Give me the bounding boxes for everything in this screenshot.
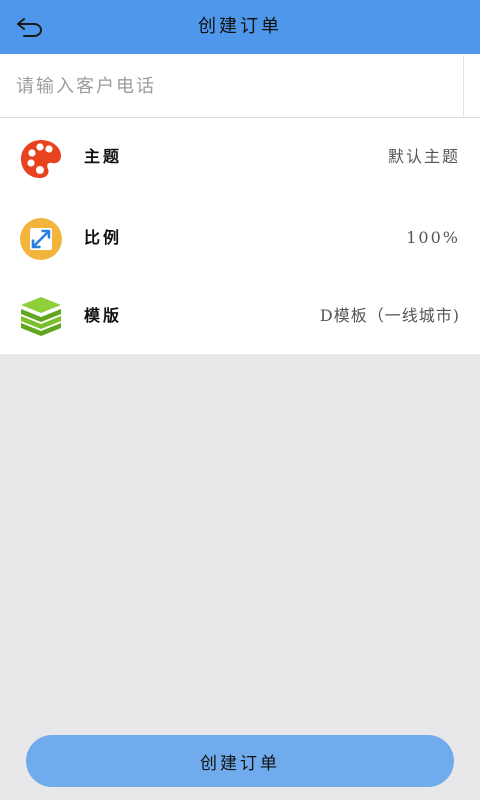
- settings-list: 主题 默认主题 比例 100% 模版 D模板（一线城市): [0, 118, 480, 354]
- setting-row-theme[interactable]: 主题 默认主题: [0, 118, 480, 196]
- header-bar: 创建订单: [0, 0, 480, 54]
- phone-input-container: [0, 54, 480, 118]
- setting-label-theme: 主题: [84, 147, 123, 166]
- resize-icon: [20, 218, 62, 260]
- undo-arrow-icon: [17, 18, 42, 37]
- customer-phone-input[interactable]: [2, 56, 464, 116]
- create-order-button[interactable]: 创建订单: [26, 735, 454, 787]
- page-title: 创建订单: [198, 16, 282, 37]
- setting-value-theme: 默认主题: [387, 147, 460, 166]
- palette-icon: [21, 140, 61, 178]
- setting-value-template: D模板（一线城市): [319, 306, 460, 325]
- setting-label-scale: 比例: [84, 228, 123, 247]
- setting-row-template[interactable]: 模版 D模板（一线城市): [0, 276, 480, 354]
- setting-row-scale[interactable]: 比例 100%: [0, 198, 480, 276]
- setting-label-template: 模版: [84, 306, 123, 325]
- setting-value-scale: 100%: [406, 228, 460, 247]
- layers-icon: [21, 297, 61, 336]
- back-button[interactable]: [10, 9, 50, 45]
